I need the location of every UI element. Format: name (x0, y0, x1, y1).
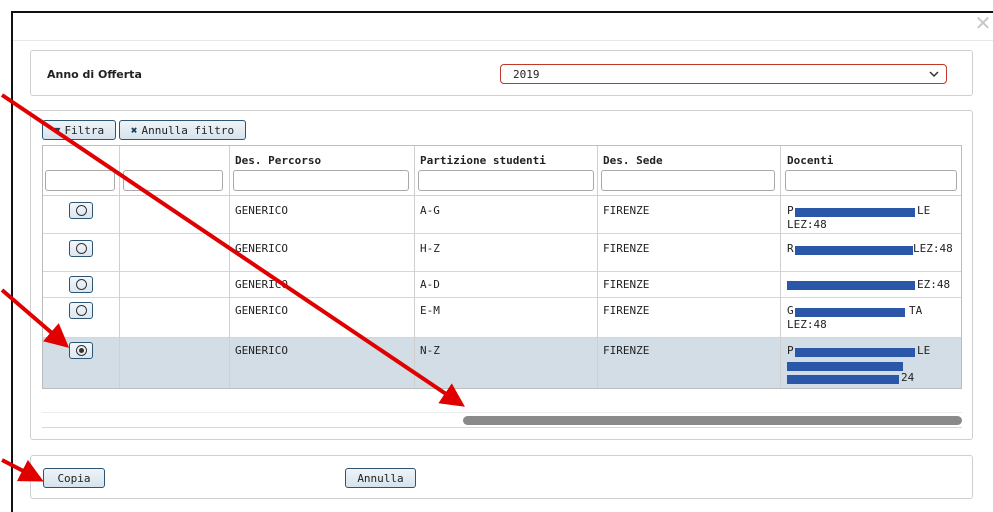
column-divider (597, 146, 598, 388)
cancel-button-label: Annulla (357, 471, 404, 485)
cell-docenti-suffix: TA (909, 304, 923, 317)
radio-selected-icon (75, 345, 87, 356)
cell-docenti-line3: 24 (901, 371, 915, 384)
table-row[interactable]: GENERICO A-D FIRENZE EZ:48 (43, 272, 961, 298)
row-select-button[interactable] (69, 240, 93, 257)
row-select-button[interactable] (69, 302, 93, 319)
radio-icon (75, 243, 87, 254)
filter-input-des-sede[interactable] (601, 170, 775, 191)
filter-button[interactable]: ▼ Filtra (42, 120, 116, 140)
cancel-button[interactable]: Annulla (345, 468, 416, 488)
table-row-selected[interactable]: GENERICO N-Z FIRENZE P LE 24 (43, 338, 961, 388)
header-docenti: Docenti (787, 154, 834, 167)
copy-button-label: Copia (57, 471, 91, 485)
cell-sede: FIRENZE (603, 204, 650, 217)
close-icon[interactable]: ✕ (973, 13, 993, 33)
radio-icon (75, 279, 87, 290)
table-row[interactable]: GENERICO A-G FIRENZE P LE LEZ:48 (43, 196, 961, 234)
cell-percorso: GENERICO (235, 204, 288, 217)
header-partizione-studenti: Partizione studenti (420, 154, 546, 167)
filter-input-col2[interactable] (45, 170, 115, 191)
cell-docenti-prefix: G (787, 304, 794, 317)
header-des-sede: Des. Sede (603, 154, 663, 167)
cell-docenti-prefix: P (787, 344, 794, 357)
cell-partizione: A-D (420, 278, 440, 291)
cell-docenti-line2: LEZ:48 (787, 218, 827, 231)
data-table: Des. Percorso Partizione studenti Des. S… (42, 145, 962, 389)
filter-input-docenti[interactable] (785, 170, 957, 191)
cell-partizione: A-G (420, 204, 440, 217)
filter-button-label: Filtra (64, 123, 105, 137)
clear-filter-button-label: Annulla filtro (141, 123, 235, 137)
cell-docenti-prefix: R (787, 242, 794, 255)
cell-docenti-suffix: LEZ:48 (913, 242, 953, 255)
column-divider (229, 146, 230, 388)
redaction-bar (787, 375, 899, 384)
cell-sede: FIRENZE (603, 278, 650, 291)
footer-panel (30, 455, 973, 499)
cell-sede: FIRENZE (603, 344, 650, 357)
x-icon: ✖ (130, 123, 138, 137)
redaction-bar (795, 308, 905, 317)
radio-icon (75, 305, 87, 316)
cell-partizione: E-M (420, 304, 440, 317)
cell-docenti-suffix: LE (917, 344, 931, 357)
redaction-bar (795, 348, 915, 357)
table-row[interactable]: GENERICO E-M FIRENZE G TA LEZ:48 (43, 298, 961, 338)
cell-percorso: GENERICO (235, 242, 288, 255)
filter-input-des-percorso[interactable] (233, 170, 409, 191)
table-header: Des. Percorso Partizione studenti Des. S… (43, 146, 961, 196)
redaction-bar (787, 281, 915, 290)
redaction-bar (795, 246, 913, 255)
column-divider (780, 146, 781, 388)
redaction-bar (795, 208, 915, 217)
dialog-header-divider (13, 40, 993, 41)
anno-offerta-label: Anno di Offerta (47, 68, 142, 81)
scrollbar-thumb[interactable] (463, 416, 962, 425)
anno-offerta-select[interactable]: 2019 (500, 64, 947, 84)
cell-docenti-prefix: P (787, 204, 794, 217)
cell-percorso: GENERICO (235, 304, 288, 317)
row-select-button[interactable] (69, 202, 93, 219)
copy-button[interactable]: Copia (43, 468, 105, 488)
row-select-button[interactable] (69, 276, 93, 293)
cell-percorso: GENERICO (235, 344, 288, 357)
cell-docenti-suffix: LE (917, 204, 931, 217)
funnel-icon: ▼ (53, 123, 61, 137)
anno-offerta-value: 2019 (513, 68, 540, 81)
chevron-down-icon (929, 71, 939, 78)
clear-filter-button[interactable]: ✖ Annulla filtro (119, 120, 246, 140)
cell-docenti-line2: LEZ:48 (787, 318, 827, 331)
header-des-percorso: Des. Percorso (235, 154, 322, 167)
column-divider (414, 146, 415, 388)
cell-partizione: H-Z (420, 242, 440, 255)
cell-partizione: N-Z (420, 344, 440, 357)
cell-sede: FIRENZE (603, 304, 650, 317)
row-select-button[interactable] (69, 342, 93, 359)
radio-icon (75, 205, 87, 216)
filter-input-col3[interactable] (123, 170, 223, 191)
cell-docenti-suffix: EZ:48 (917, 278, 951, 291)
column-divider (119, 146, 120, 388)
redaction-bar (787, 362, 903, 371)
filter-input-partizione[interactable] (418, 170, 594, 191)
cell-percorso: GENERICO (235, 278, 288, 291)
table-row[interactable]: GENERICO H-Z FIRENZE R LEZ:48 (43, 234, 961, 272)
cell-sede: FIRENZE (603, 242, 650, 255)
